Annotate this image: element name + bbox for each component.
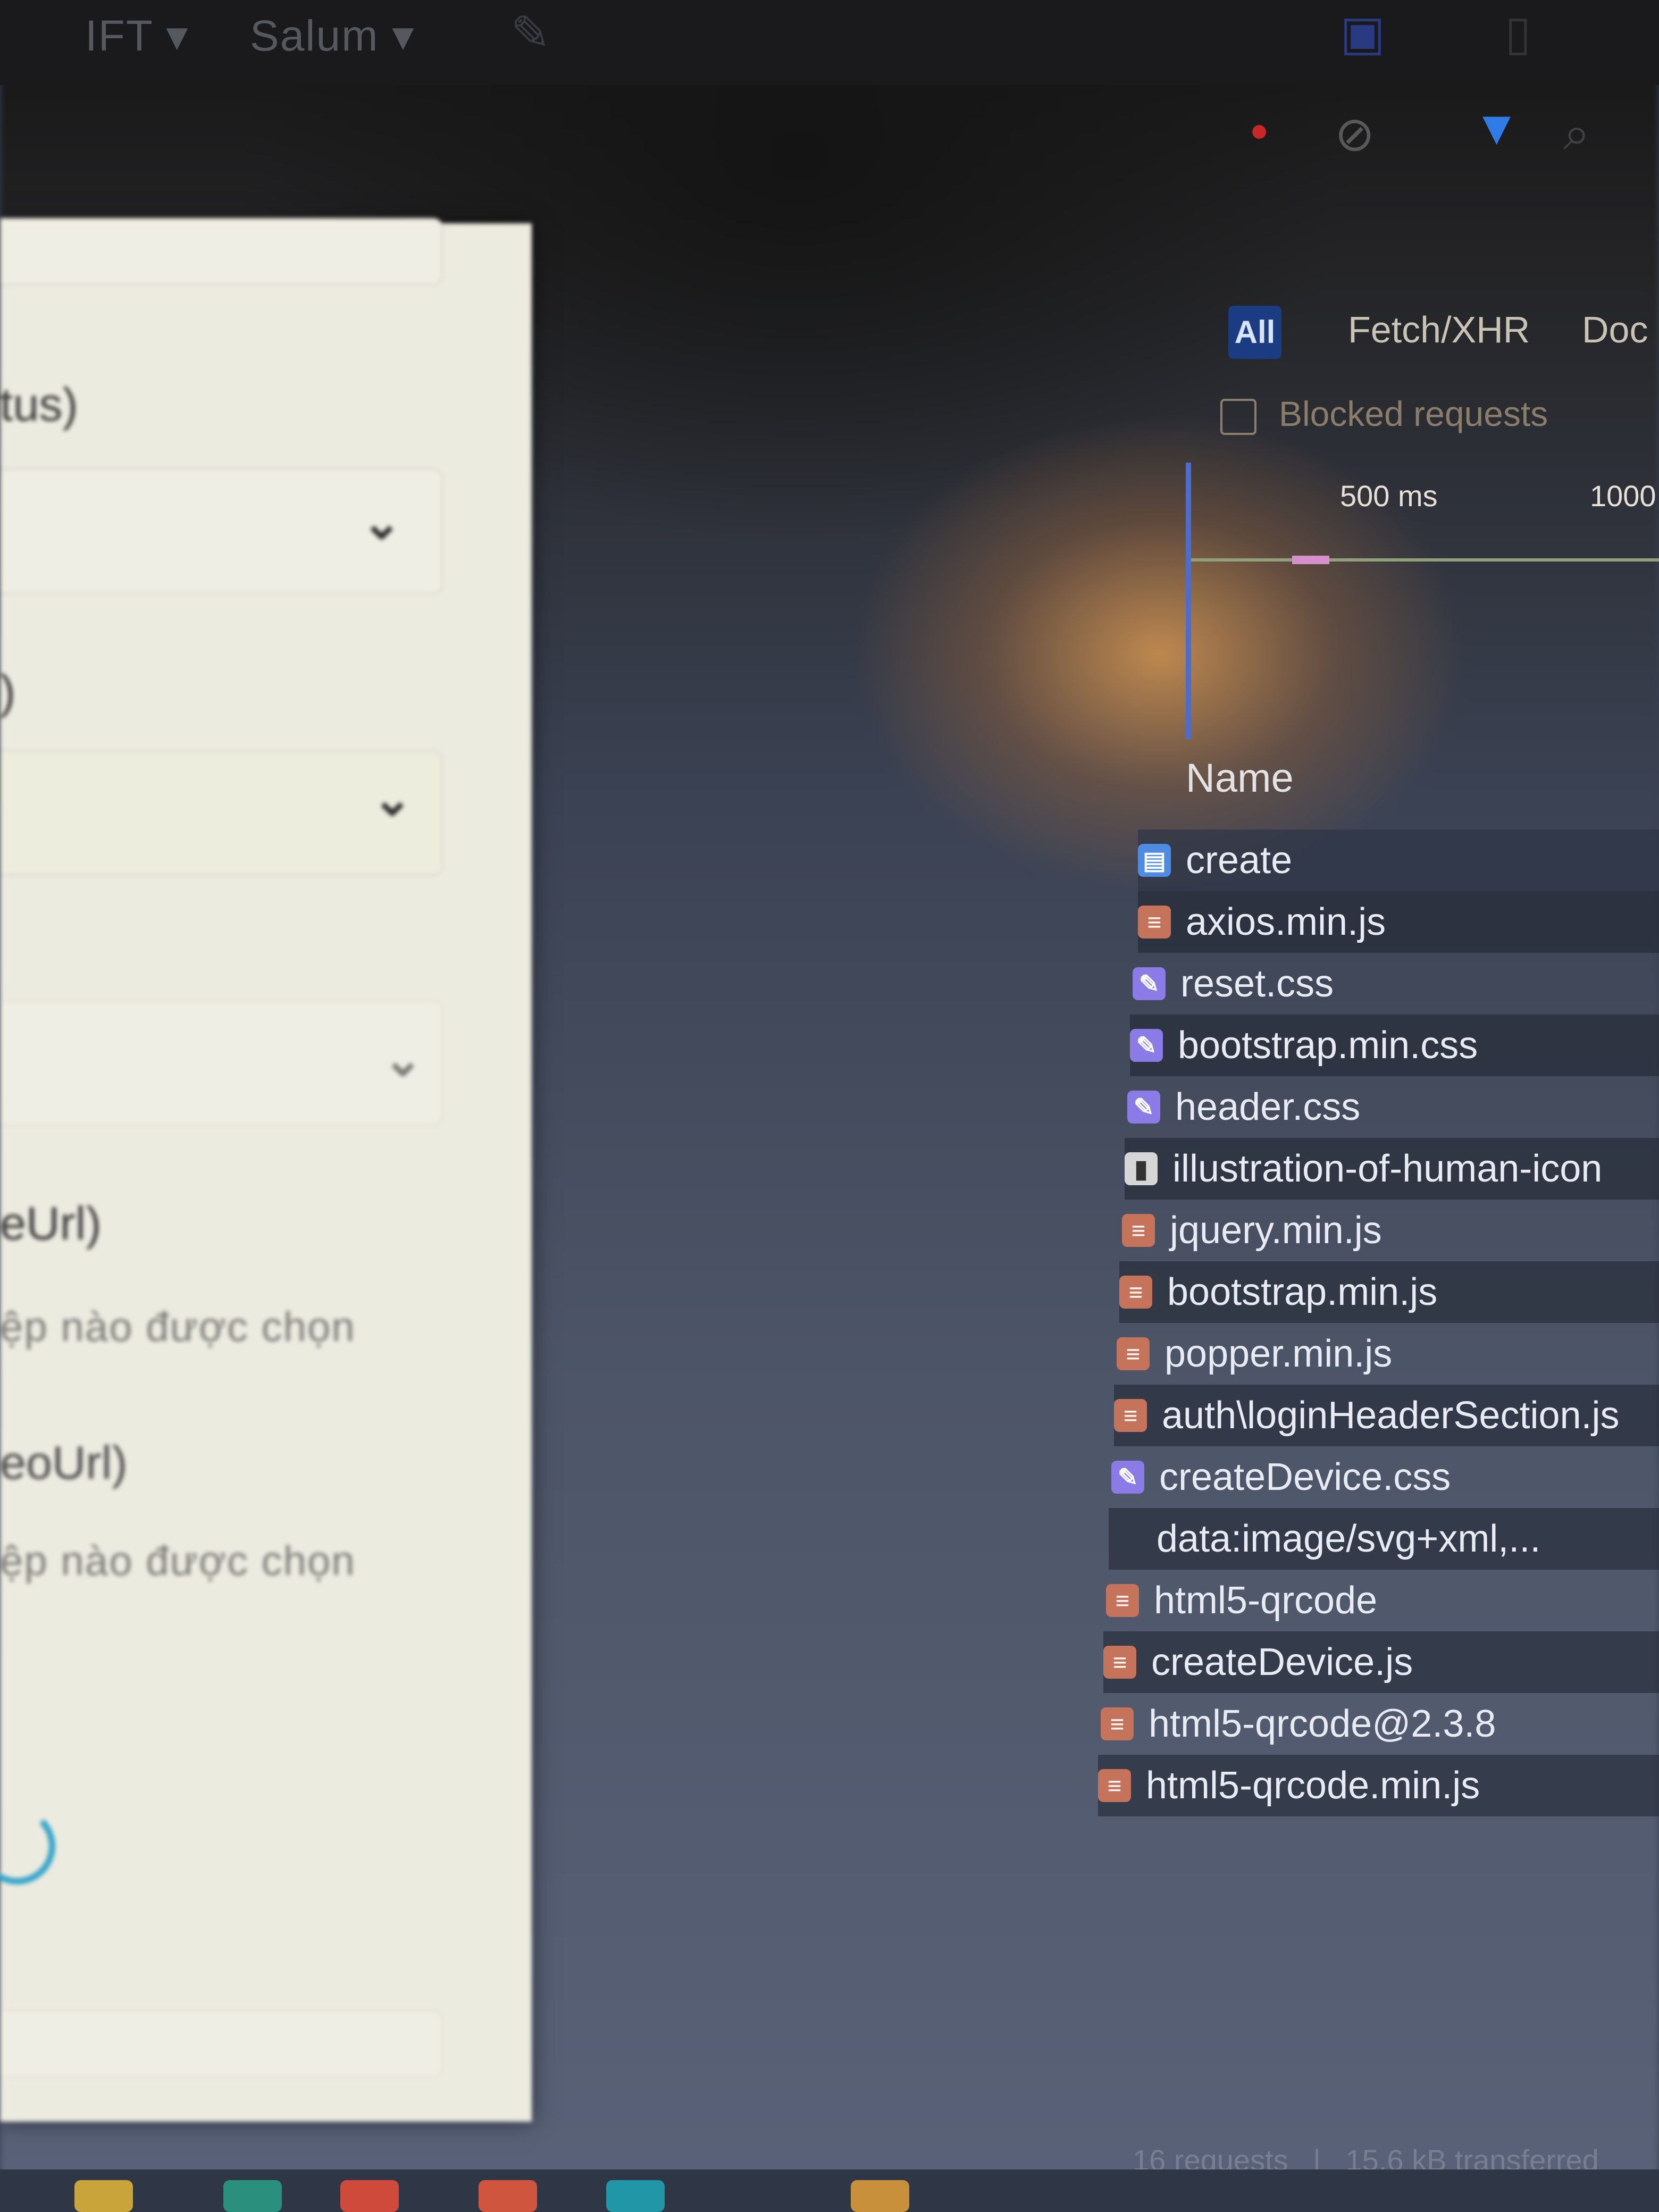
request-name: illustration-of-human-icon	[1172, 1147, 1603, 1190]
timeline-track	[1191, 558, 1659, 562]
request-row[interactable]: ✎ bootstrap.min.css	[1130, 1015, 1659, 1076]
top-bar-item-2[interactable]: Salum ▾	[250, 11, 415, 61]
video-file-hint[interactable]: ệp nào được chọn	[0, 1537, 356, 1585]
request-name: jquery.min.js	[1170, 1209, 1382, 1252]
script-icon: ≡	[1098, 1769, 1131, 1802]
request-row[interactable]: ✎ header.css	[1127, 1076, 1659, 1138]
loading-spinner	[0, 1808, 55, 1884]
timeline-marker	[1186, 463, 1191, 739]
request-row[interactable]: ≡ html5-qrcode.min.js	[1098, 1755, 1659, 1816]
script-icon: ≡	[1101, 1707, 1134, 1740]
stylesheet-icon: ✎	[1127, 1091, 1160, 1124]
request-name: createDevice.js	[1151, 1641, 1413, 1683]
filter-all-button[interactable]: All	[1228, 306, 1281, 359]
request-row[interactable]: data:image/svg+xml,...	[1109, 1508, 1659, 1570]
request-row[interactable]: ≡ popper.min.js	[1117, 1323, 1659, 1385]
record-icon[interactable]: ●	[1250, 112, 1269, 148]
request-row[interactable]: ≡ auth\loginHeaderSection.js	[1114, 1385, 1659, 1446]
clear-icon[interactable]: ⊘	[1335, 106, 1375, 162]
stylesheet-icon: ✎	[1133, 967, 1166, 1000]
script-icon: ≡	[1106, 1584, 1139, 1617]
script-icon: ≡	[1138, 906, 1171, 939]
request-name: bootstrap.min.js	[1167, 1271, 1438, 1313]
request-row[interactable]: ≡ html5-qrcode	[1106, 1570, 1659, 1631]
request-name: bootstrap.min.css	[1178, 1024, 1478, 1067]
timeline-request-bar	[1292, 556, 1329, 564]
search-icon[interactable]: ⌕	[1563, 106, 1590, 162]
request-name: auth\loginHeaderSection.js	[1162, 1394, 1620, 1437]
status-label: tus)	[0, 378, 78, 431]
blocked-requests-checkbox[interactable]	[1220, 399, 1256, 435]
request-name: html5-qrcode	[1154, 1579, 1378, 1622]
bottom-field[interactable]	[0, 2010, 443, 2078]
request-name: data:image/svg+xml,...	[1157, 1518, 1541, 1560]
stylesheet-icon: ✎	[1130, 1029, 1163, 1062]
app-icon[interactable]	[479, 2180, 537, 2212]
app-icon[interactable]	[851, 2180, 909, 2212]
top-bar: IFT ▾ Salum ▾ ✎ ▣ ▯	[0, 0, 1659, 85]
script-icon: ≡	[1119, 1276, 1152, 1309]
browser-icon[interactable]	[340, 2180, 399, 2212]
chevron-down-icon: ⌄	[372, 773, 413, 826]
blank-icon	[1109, 1522, 1142, 1555]
request-name: header.css	[1175, 1086, 1361, 1128]
filter-icon[interactable]: ▼	[1473, 101, 1520, 156]
video-url-label: eoUrl)	[0, 1436, 128, 1489]
request-list: ▤ create ≡ axios.min.js ✎ reset.css ✎ bootstrap…	[1098, 830, 1659, 1816]
request-name: createDevice.css	[1159, 1456, 1451, 1498]
request-row[interactable]: ≡ jquery.min.js	[1122, 1200, 1659, 1261]
image-icon: ▮	[1125, 1152, 1158, 1185]
request-row[interactable]: ✎ reset.css	[1133, 953, 1659, 1015]
app-icon[interactable]	[223, 2180, 282, 2212]
request-row[interactable]: ≡ bootstrap.min.js	[1119, 1261, 1659, 1323]
name-column-header[interactable]: Name	[1186, 755, 1294, 801]
form-panel: tus) ⌄ ) ⌄ ⌄ eUrl) ệp nào được chọn eoUr…	[0, 218, 532, 2122]
request-name: axios.min.js	[1186, 901, 1386, 943]
request-row[interactable]: ✎ createDevice.css	[1111, 1446, 1659, 1508]
timeline-tick: 1000	[1590, 479, 1656, 513]
request-name: create	[1186, 839, 1293, 882]
chevron-down-icon: ⌄	[383, 1033, 423, 1086]
request-row[interactable]: ≡ axios.min.js	[1138, 891, 1659, 953]
script-icon: ≡	[1103, 1646, 1136, 1679]
option-select[interactable]	[0, 1000, 443, 1126]
chevron-down-icon: ⌄	[362, 496, 402, 549]
script-icon: ≡	[1114, 1399, 1147, 1432]
top-bar-item-1[interactable]: IFT ▾	[85, 11, 189, 61]
inspect-icon[interactable]: ▣	[1340, 5, 1385, 61]
app-icon[interactable]	[606, 2180, 665, 2212]
field-label: )	[0, 665, 16, 718]
pen-icon[interactable]: ✎	[510, 5, 550, 61]
request-name: html5-qrcode.min.js	[1146, 1764, 1480, 1807]
document-icon: ▤	[1138, 844, 1171, 877]
stylesheet-icon: ✎	[1111, 1461, 1144, 1494]
script-icon: ≡	[1117, 1337, 1150, 1370]
blocked-requests-label: Blocked requests	[1279, 394, 1548, 433]
folder-icon[interactable]	[74, 2180, 133, 2212]
filter-fetch-button[interactable]: Fetch/XHR	[1348, 308, 1530, 351]
timeline-tick: 500 ms	[1340, 479, 1438, 513]
text-field[interactable]	[0, 218, 443, 286]
request-name: popper.min.js	[1164, 1333, 1393, 1375]
request-row[interactable]: ▤ create	[1138, 830, 1659, 891]
image-file-hint[interactable]: ệp nào được chọn	[0, 1303, 356, 1351]
request-name: html5-qrcode@2.3.8	[1149, 1703, 1496, 1745]
request-row[interactable]: ▮ illustration-of-human-icon	[1125, 1138, 1659, 1200]
request-name: reset.css	[1180, 962, 1334, 1005]
image-url-label: eUrl)	[0, 1197, 102, 1250]
script-icon: ≡	[1122, 1214, 1155, 1247]
filter-doc-button[interactable]: Doc	[1582, 308, 1648, 351]
request-row[interactable]: ≡ createDevice.js	[1103, 1631, 1659, 1693]
request-row[interactable]: ≡ html5-qrcode@2.3.8	[1101, 1693, 1659, 1755]
device-toolbar-icon[interactable]: ▯	[1505, 5, 1531, 61]
